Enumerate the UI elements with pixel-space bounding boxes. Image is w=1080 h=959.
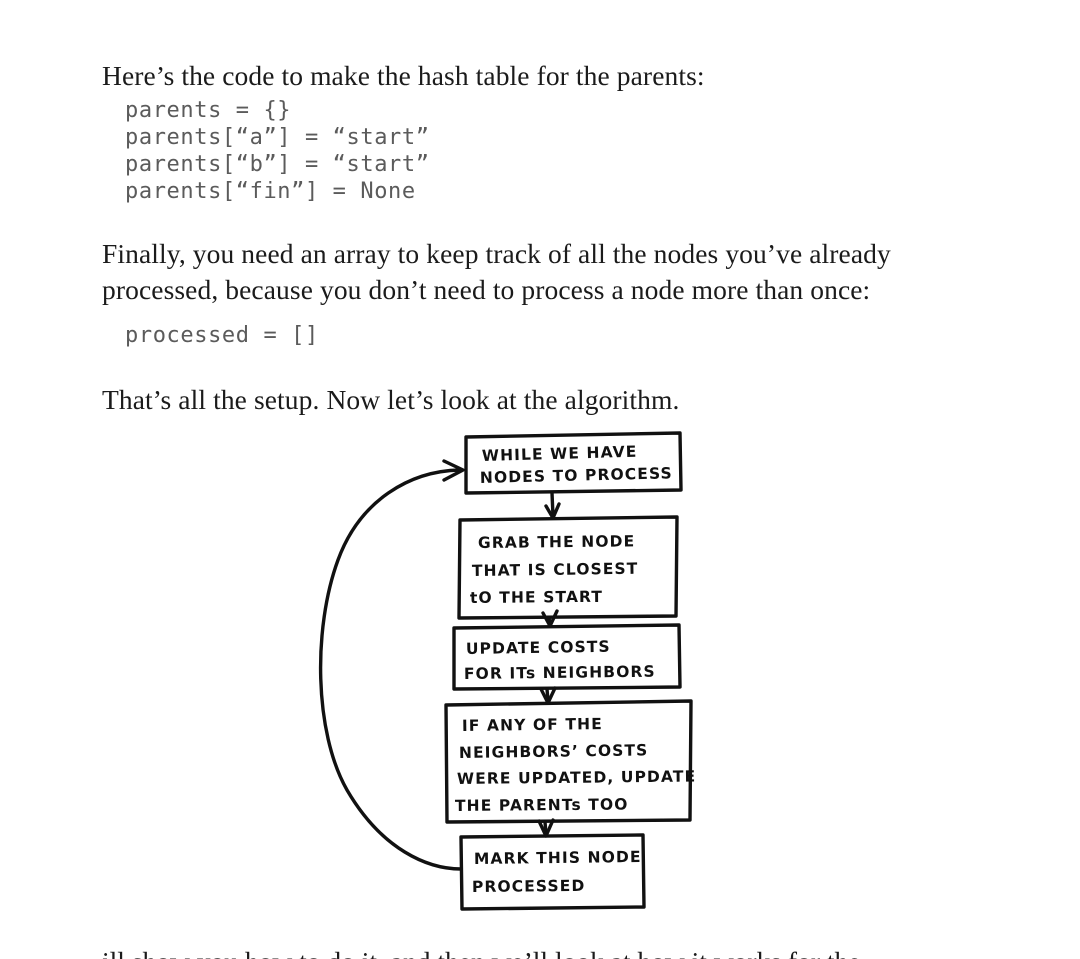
flowchart-box-update-parents-text: IF ANY OF THE NEIGHBORS’ COSTS WERE UPDA…: [455, 715, 696, 815]
flowchart-line: GRAB THE NODE: [478, 532, 635, 552]
flowchart-line: THAT IS CLOSEST: [472, 560, 639, 580]
flowchart-box-update-costs-text: UPDATE COSTS FOR ITs NEIGHBORS: [464, 638, 656, 683]
flowchart-arrow-2-to-3: [541, 609, 559, 628]
flowchart-line: WERE UPDATED, UPDATE: [457, 767, 696, 788]
flowchart-line: NODES TO PROCESS: [480, 464, 673, 487]
document-page: Here’s the code to make the hash table f…: [0, 0, 1080, 959]
flowchart-arrow-3-to-4: [539, 686, 557, 705]
flowchart-line: WHILE WE HAVE: [482, 443, 638, 465]
flowchart-loop-arrow: [318, 459, 465, 871]
algorithm-flowchart: WHILE WE HAVE NODES TO PROCESS GRAB THE …: [300, 420, 720, 920]
flowchart-line: MARK THIS NODE: [474, 848, 642, 868]
flowchart-box-while-nodes-text: WHILE WE HAVE NODES TO PROCESS: [480, 443, 673, 487]
flowchart-box-mark-processed-text: MARK THIS NODE PROCESSED: [472, 848, 642, 896]
paragraph-finally: Finally, you need an array to keep track…: [102, 237, 891, 305]
flowchart-line: tO THE START: [470, 588, 603, 607]
code-block-processed: processed = []: [125, 323, 319, 348]
flowchart-box-grab-node-text: GRAB THE NODE THAT IS CLOSEST tO THE STA…: [470, 532, 639, 607]
paragraph-clipped-bottom: ill show you how to do it, and then we’l…: [102, 944, 982, 959]
flowchart-line: UPDATE COSTS: [466, 638, 611, 658]
flowchart-arrow-1-to-2: [544, 491, 561, 520]
flowchart-line: THE PARENTs TOO: [455, 795, 629, 815]
flowchart-arrow-4-to-5: [537, 818, 555, 838]
flowchart-line: NEIGHBORS’ COSTS: [459, 741, 649, 762]
paragraph-setup: That’s all the setup. Now let’s look at …: [102, 383, 680, 415]
paragraph-intro: Here’s the code to make the hash table f…: [102, 59, 705, 91]
flowchart-line: IF ANY OF THE: [462, 715, 603, 735]
flowchart-line: PROCESSED: [472, 877, 586, 896]
code-block-parents: parents = {} parents[“a”] = “start” pare…: [125, 98, 430, 204]
flowchart-box-mark-processed: [459, 833, 646, 911]
flowchart-line: FOR ITs NEIGHBORS: [464, 663, 656, 683]
